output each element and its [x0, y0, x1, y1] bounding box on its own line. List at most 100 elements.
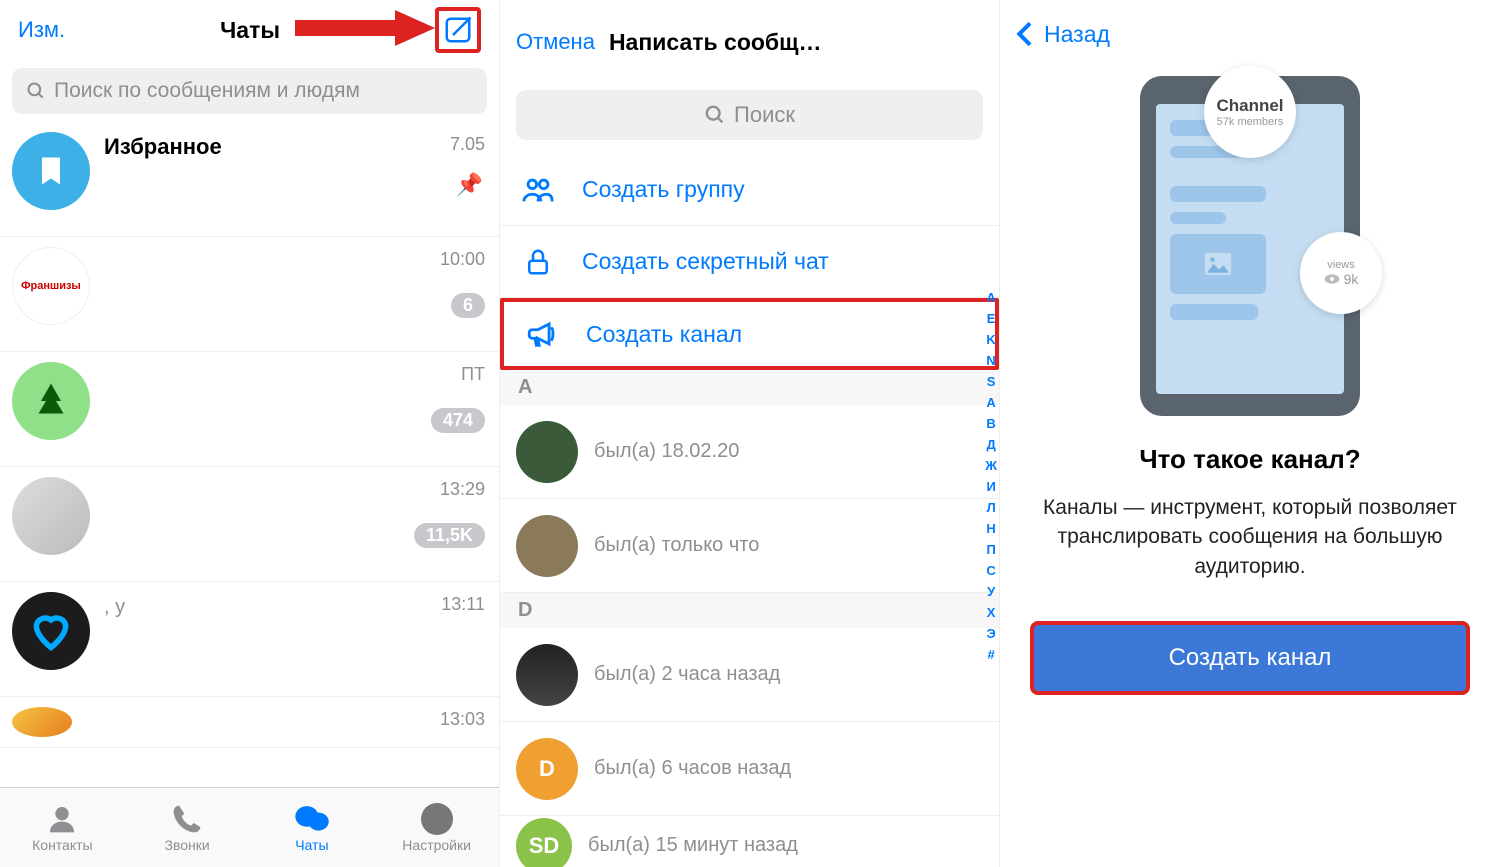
- index-letter[interactable]: K: [985, 332, 997, 347]
- index-letter[interactable]: #: [985, 647, 997, 662]
- index-letter[interactable]: E: [985, 311, 997, 326]
- new-message-screen: Отмена Написать сообщ… Поиск Создать гру…: [500, 0, 1000, 867]
- contact-status: был(а) 15 минут назад: [588, 834, 798, 857]
- unread-badge: 11,5K: [414, 523, 485, 548]
- contact-status: был(а) 6 часов назад: [594, 757, 791, 780]
- action-label: Создать канал: [586, 321, 742, 348]
- tab-calls[interactable]: Звонки: [125, 788, 250, 867]
- index-letter[interactable]: S: [985, 374, 997, 389]
- chat-row[interactable]: 13:29 11,5K: [0, 467, 499, 582]
- contact-row[interactable]: был(а) 2 часа назад: [500, 628, 999, 722]
- index-letter[interactable]: У: [985, 584, 997, 599]
- index-letter[interactable]: Э: [985, 626, 997, 641]
- index-letter[interactable]: Д: [985, 437, 997, 452]
- search-input[interactable]: Поиск: [516, 90, 983, 140]
- contact-row[interactable]: был(а) только что: [500, 499, 999, 593]
- avatar: [12, 477, 90, 555]
- unread-badge: 6: [451, 293, 485, 318]
- eye-icon: [1324, 273, 1340, 285]
- annotation-arrow: [295, 6, 435, 50]
- views-badge: views 9k: [1300, 232, 1382, 314]
- phone-icon: [171, 803, 203, 835]
- tab-label: Звонки: [165, 837, 210, 853]
- pin-icon: 📌: [456, 172, 483, 198]
- create-secret-chat-button[interactable]: Создать секретный чат: [500, 226, 999, 298]
- action-label: Создать группу: [582, 176, 745, 203]
- search-placeholder: Поиск по сообщениям и людям: [54, 79, 360, 103]
- index-letter[interactable]: И: [985, 479, 997, 494]
- chat-row[interactable]: Франшизы 10:00 6: [0, 237, 499, 352]
- contact-avatar: SD: [516, 818, 572, 867]
- index-letter[interactable]: С: [985, 563, 997, 578]
- index-letter[interactable]: В: [985, 416, 997, 431]
- avatar: [12, 132, 90, 210]
- chat-time: 7.05: [450, 134, 485, 155]
- avatar: [12, 707, 72, 737]
- avatar: [12, 362, 90, 440]
- index-letter[interactable]: A: [985, 290, 997, 305]
- index-letter[interactable]: N: [985, 353, 997, 368]
- contacts-icon: [46, 803, 78, 835]
- tab-chats[interactable]: Чаты: [250, 788, 375, 867]
- chat-preview: , у: [104, 596, 485, 619]
- megaphone-icon: [524, 316, 560, 352]
- contact-status: был(а) только что: [594, 534, 759, 557]
- channel-illustration: Channel 57k members views 9k: [1140, 76, 1360, 416]
- index-letter[interactable]: Ж: [985, 458, 997, 473]
- chat-row[interactable]: ПТ 474: [0, 352, 499, 467]
- compose-button[interactable]: [435, 7, 481, 53]
- index-letter[interactable]: Х: [985, 605, 997, 620]
- bookmark-icon: [33, 153, 69, 189]
- chat-time: 13:03: [440, 709, 485, 730]
- contact-status: был(а) 2 часа назад: [594, 663, 780, 686]
- tab-bar: Контакты Звонки Чаты Настройки: [0, 787, 499, 867]
- alphabet-index[interactable]: AEKNSАВДЖИЛНПСУХЭ #: [985, 290, 997, 662]
- index-letter[interactable]: Л: [985, 500, 997, 515]
- avatar: Франшизы: [12, 247, 90, 325]
- contact-avatar: [516, 644, 578, 706]
- back-chevron-icon[interactable]: [1010, 18, 1042, 50]
- heart-icon: [29, 609, 73, 653]
- tab-settings[interactable]: Настройки: [374, 788, 499, 867]
- chats-title: Чаты: [220, 17, 280, 44]
- chats-icon: [294, 803, 330, 835]
- index-letter[interactable]: Н: [985, 521, 997, 536]
- tree-icon: [36, 381, 66, 421]
- channel-badge: Channel 57k members: [1204, 66, 1296, 158]
- channel-intro-screen: Назад Channel 57k members views 9k Что т…: [1000, 0, 1500, 867]
- search-placeholder: Поиск: [734, 102, 795, 128]
- create-channel-button[interactable]: Создать канал: [1030, 621, 1470, 695]
- create-group-button[interactable]: Создать группу: [500, 154, 999, 226]
- chat-time: ПТ: [461, 364, 485, 385]
- action-label: Создать секретный чат: [582, 248, 829, 275]
- contact-row[interactable]: был(а) 18.02.20: [500, 405, 999, 499]
- create-channel-button[interactable]: Создать канал: [500, 298, 999, 370]
- section-header: D: [500, 593, 999, 628]
- avatar: [12, 592, 90, 670]
- search-icon: [26, 81, 46, 101]
- chat-row[interactable]: , у 13:11: [0, 582, 499, 697]
- cancel-button[interactable]: Отмена: [516, 29, 595, 55]
- new-message-header: Отмена Написать сообщ…: [500, 0, 999, 84]
- chat-row[interactable]: 13:03: [0, 697, 499, 748]
- index-letter[interactable]: П: [985, 542, 997, 557]
- tab-label: Контакты: [32, 837, 92, 853]
- search-input[interactable]: Поиск по сообщениям и людям: [12, 68, 487, 114]
- contact-row[interactable]: D был(а) 6 часов назад: [500, 722, 999, 816]
- chat-time: 13:11: [441, 594, 485, 615]
- edit-button[interactable]: Изм.: [18, 17, 65, 43]
- chat-time: 10:00: [440, 249, 485, 270]
- tab-contacts[interactable]: Контакты: [0, 788, 125, 867]
- chat-name: Избранное: [104, 134, 485, 160]
- contact-row[interactable]: SD был(а) 15 минут назад: [500, 816, 999, 867]
- section-header: A: [500, 370, 999, 405]
- index-letter[interactable]: А: [985, 395, 997, 410]
- lock-icon: [520, 244, 556, 280]
- back-button[interactable]: Назад: [1044, 21, 1110, 48]
- settings-avatar-icon: [421, 803, 453, 835]
- tab-label: Настройки: [402, 837, 471, 853]
- unread-badge: 474: [431, 408, 485, 433]
- chat-row[interactable]: Избранное 7.05 📌: [0, 122, 499, 237]
- channel-header: Назад: [1000, 0, 1500, 68]
- chats-screen: Изм. Чаты Поиск по сообщениям и людям Из…: [0, 0, 500, 867]
